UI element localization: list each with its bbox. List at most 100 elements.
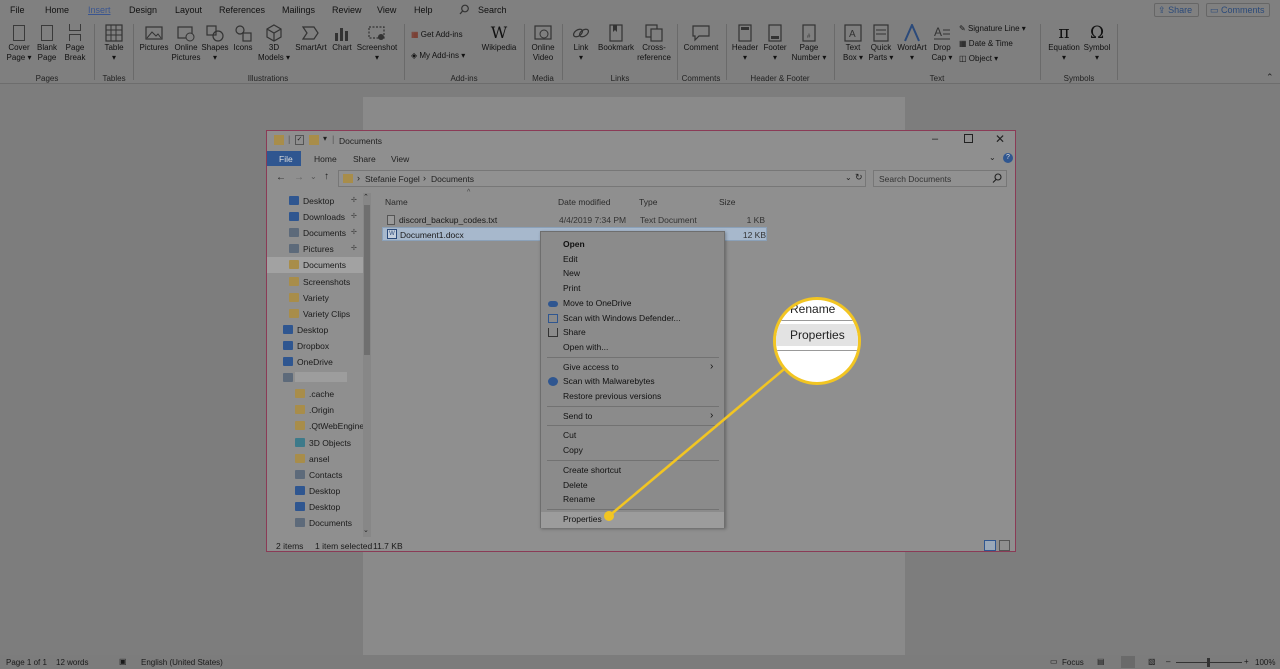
read-mode-icon[interactable]: ▤ [1097,657,1105,666]
pictures-button[interactable]: Pictures [138,24,170,53]
up-arrow-icon[interactable]: ↑ [324,171,329,182]
cross-reference-button[interactable]: Cross- reference [636,24,672,63]
zoom-slider-thumb[interactable] [1207,658,1210,667]
nav-item[interactable]: Documents ✢ [267,225,363,241]
page-count[interactable]: Page 1 of 1 [6,658,47,667]
properties-quick-icon[interactable]: ✓ [295,135,304,145]
print-layout-icon[interactable] [1121,656,1135,668]
web-layout-icon[interactable]: ▧ [1148,657,1156,666]
menu-item-open-with[interactable]: Open with... [541,340,724,355]
search-icon[interactable] [459,4,470,17]
zoom-in-icon[interactable]: + [1244,657,1249,666]
menu-item-delete[interactable]: Delete [541,478,724,493]
column-name[interactable]: Name [385,197,408,207]
recent-locations-icon[interactable]: ⌄ [310,172,317,181]
nav-item[interactable]: Documents [267,257,363,274]
page-number-button[interactable]: # Page Number ▾ [789,24,829,63]
tab-insert[interactable]: Insert [88,5,111,15]
minimize-button[interactable]: – [932,133,938,145]
table-button[interactable]: Table ▾ [100,24,128,63]
nav-item[interactable]: Desktop ✢ [267,193,363,209]
nav-item[interactable]: Screenshots [267,274,363,290]
back-arrow-icon[interactable]: ← [276,172,286,183]
collapse-ribbon-icon[interactable]: ⌃ [1266,72,1274,83]
column-date-modified[interactable]: Date modified [558,197,610,207]
symbol-button[interactable]: Ω Symbol ▾ [1082,24,1112,63]
breadcrumb-documents[interactable]: Documents [431,174,474,184]
zoom-level[interactable]: 100% [1255,658,1275,667]
details-view-icon[interactable] [984,540,996,551]
focus-mode[interactable]: Focus [1062,658,1084,667]
menu-item-copy[interactable]: Copy [541,443,724,458]
nav-item[interactable]: .Origin [267,402,363,418]
tab-design[interactable]: Design [129,5,157,15]
breadcrumb-user[interactable]: Stefanie Fogel [365,174,420,184]
nav-item[interactable]: Desktop [267,499,363,515]
scroll-down-icon[interactable]: ⌄ [363,526,369,534]
menu-item-print[interactable]: Print [541,281,724,296]
column-size[interactable]: Size [719,197,736,207]
nav-item[interactable]: Desktop [267,322,363,338]
search-documents-input[interactable]: Search Documents [873,170,1007,187]
quick-parts-button[interactable]: Quick Parts ▾ [867,24,895,63]
address-bar[interactable]: › Stefanie Fogel › Documents ⌄ ↻ [338,170,866,187]
tab-home[interactable]: Home [45,5,69,15]
large-icons-view-icon[interactable] [999,540,1010,551]
text-box-button[interactable]: A Text Box ▾ [839,24,867,63]
proofing-icon[interactable]: ▣ [119,657,127,666]
blank-page-button[interactable]: Blank Page [34,24,60,63]
bookmark-button[interactable]: Bookmark [596,24,636,53]
menu-item-cut[interactable]: Cut [541,428,724,443]
shapes-button[interactable]: Shapes ▾ [201,24,229,63]
screenshot-button[interactable]: Screenshot ▾ [356,24,398,63]
address-dropdown-icon[interactable]: ⌄ [845,173,852,182]
menu-item-rename[interactable]: Rename [541,492,724,507]
pin-icon[interactable]: ✢ [351,244,357,252]
date-time-button[interactable]: ▦ Date & Time [959,39,1013,48]
maximize-button[interactable] [964,134,973,143]
chart-button[interactable]: Chart [330,24,354,53]
zoom-out-icon[interactable]: – [1166,657,1170,666]
tab-mailings[interactable]: Mailings [282,5,315,15]
nav-item[interactable]: Dropbox [267,338,363,354]
tab-view[interactable]: View [377,5,396,15]
nav-item[interactable]: ansel [267,451,363,467]
nav-item[interactable]: Contacts [267,467,363,483]
tab-review[interactable]: Review [332,5,362,15]
help-icon[interactable]: ? [1003,153,1013,163]
refresh-icon[interactable]: ↻ [855,172,863,183]
file-row[interactable]: discord_backup_codes.txt 4/4/2019 7:34 P… [382,213,767,227]
scroll-up-icon[interactable]: ⌃ [363,193,369,201]
forward-arrow-icon[interactable]: → [294,172,304,183]
drop-cap-button[interactable]: A Drop Cap ▾ [929,24,955,63]
nav-item[interactable]: Downloads ✢ [267,209,363,225]
wordart-button[interactable]: WordArt ▾ [895,22,929,63]
scrollbar-thumb[interactable] [364,205,370,355]
expand-ribbon-icon[interactable]: ⌄ [989,153,996,162]
nav-item[interactable]: Desktop [267,483,363,499]
nav-item[interactable]: Variety [267,290,363,306]
header-button[interactable]: Header ▾ [731,24,759,63]
word-count[interactable]: 12 words [56,658,88,667]
comment-button[interactable]: Comment [681,24,721,53]
nav-item[interactable]: OneDrive [267,354,363,370]
online-pictures-button[interactable]: Online Pictures [171,24,201,63]
page-break-button[interactable]: Page Break [61,24,89,63]
menu-item-move-to-onedrive[interactable]: Move to OneDrive [541,296,724,311]
3d-models-button[interactable]: 3D Models ▾ [257,24,291,63]
menu-item-scan-with-malwarebytes[interactable]: Scan with Malwarebytes [541,374,724,389]
link-button[interactable]: Link ▾ [568,24,594,63]
online-video-button[interactable]: Online Video [528,24,558,63]
nav-item[interactable] [267,370,363,386]
wikipedia-button[interactable]: W Wikipedia [480,24,518,53]
tab-references[interactable]: References [219,5,265,15]
tab-file[interactable]: File [10,5,25,15]
tab-file[interactable]: File [267,151,301,166]
tab-layout[interactable]: Layout [175,5,202,15]
my-addins-button[interactable]: ◈ My Add-ins ▾ [411,51,465,60]
close-button[interactable]: ✕ [995,132,1005,146]
new-folder-icon[interactable] [309,135,319,145]
menu-item-send-to[interactable]: Send to › [541,409,724,424]
nav-item[interactable]: .cache [267,386,363,402]
language[interactable]: English (United States) [141,658,223,667]
